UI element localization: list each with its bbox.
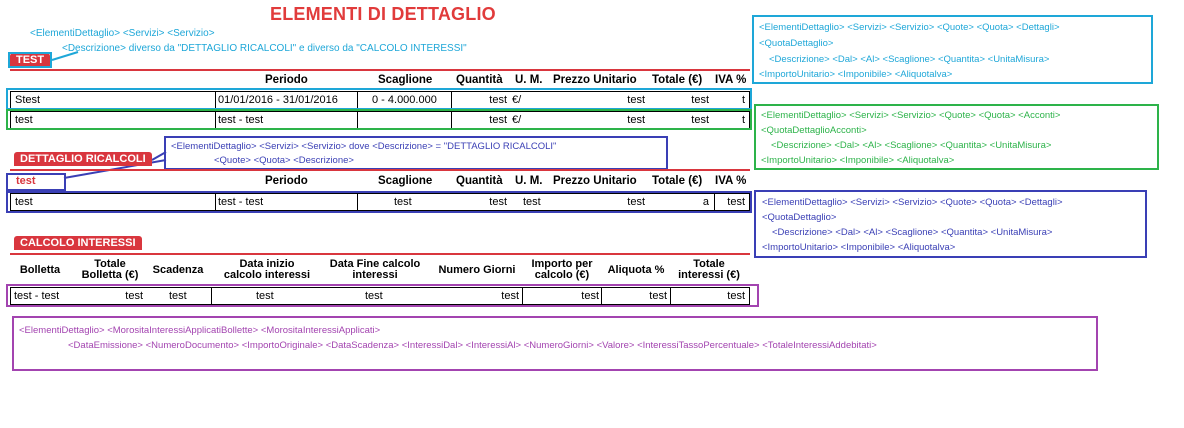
col-header-totale: Totale (€) (652, 74, 703, 86)
subtag-highlight-box: test (6, 173, 66, 191)
annotation-box-green: <ElementiDettaglio> <Servizi> <Servizio>… (754, 104, 1159, 170)
annotation-line: <Descrizione> <Dal> <Al> <Scaglione> <Qu… (771, 140, 1052, 151)
row-highlight-box-cyan (6, 88, 752, 110)
col-header-periodo: Periodo (265, 74, 308, 86)
col-header-prezzo: Prezzo Unitario (553, 74, 637, 86)
annotation-line: <ElementiDettaglio> <Servizi> <Servizio>… (759, 22, 1060, 33)
section-tag-interessi: CALCOLO INTERESSI (14, 236, 142, 250)
col-header-quantita: Quantità (456, 175, 503, 187)
annotation-box-navy: <ElementiDettaglio> <Servizi> <Servizio>… (754, 190, 1147, 258)
col-header-data-fine: Data Fine calcolo interessi (329, 258, 421, 281)
annotation-line: <ElementiDettaglio> <MorositaInteressiAp… (19, 325, 381, 336)
annotation-line: <DataEmissione> <NumeroDocumento> <Impor… (68, 340, 877, 351)
ricalcoli-note-box: <ElementiDettaglio> <Servizi> <Servizio>… (164, 136, 668, 170)
annotation-line: <QuotaDettaglioAcconti> (761, 125, 867, 136)
tag-highlight-box (8, 52, 52, 68)
annotation-line: <ElementiDettaglio> <Servizi> <Servizio>… (762, 197, 1063, 208)
col-header-um: U. M. (515, 74, 543, 86)
annotation-line: <ImportoUnitario> <Imponibile> <Aliquota… (759, 69, 953, 80)
col-header-importo: Importo per calcolo (€) (531, 258, 593, 281)
connector-test (51, 51, 79, 61)
ricalcoli-note-line2: <Quote> <Quota> <Descrizione> (214, 155, 354, 166)
annotation-line: <QuotaDettaglio> (762, 212, 837, 223)
annotation-line: <ElementiDettaglio> <Servizi> <Servizio>… (761, 110, 1061, 121)
col-header-quantita: Quantità (456, 74, 503, 86)
subtag-label: test (16, 175, 36, 187)
annotation-line: <Descrizione> <Dal> <Al> <Scaglione> <Qu… (769, 54, 1050, 65)
row-highlight-box-green (6, 109, 752, 130)
col-header-periodo: Periodo (265, 175, 308, 187)
col-header-um: U. M. (515, 175, 543, 187)
col-header-scadenza: Scadenza (152, 264, 204, 276)
annotation-line: <ImportoUnitario> <Imponibile> <Aliquota… (761, 155, 955, 166)
row-highlight-box-purple (6, 284, 759, 307)
annotation-box-cyan: <ElementiDettaglio> <Servizi> <Servizio>… (752, 15, 1153, 84)
col-header-totale-interessi: Totale interessi (€) (678, 258, 740, 281)
annotation-line: <QuotaDettaglio> (759, 38, 834, 49)
annotation-line: <ImportoUnitario> <Imponibile> <Aliquota… (762, 242, 956, 253)
col-header-prezzo: Prezzo Unitario (553, 175, 637, 187)
section-divider (10, 69, 750, 71)
col-header-scaglione: Scaglione (378, 175, 433, 187)
section-tag-ricalcoli: DETTAGLIO RICALCOLI (14, 152, 152, 166)
annotation-line: <Descrizione> <Dal> <Al> <Scaglione> <Qu… (772, 227, 1053, 238)
row-highlight-box-navy (6, 191, 752, 213)
col-header-iva: IVA % (715, 175, 747, 187)
col-header-aliquota: Aliquota % (607, 264, 665, 276)
col-header-iva: IVA % (715, 74, 747, 86)
col-header-scaglione: Scaglione (378, 74, 433, 86)
col-header-totale-bolletta: Totale Bolletta (€) (81, 258, 139, 281)
annotation-box-purple: <ElementiDettaglio> <MorositaInteressiAp… (12, 316, 1098, 371)
section-divider (10, 169, 750, 171)
col-header-totale: Totale (€) (652, 175, 703, 187)
col-header-numero-giorni: Numero Giorni (438, 264, 516, 276)
col-header-data-inizio: Data inizio calcolo interessi (223, 258, 311, 281)
section-divider (10, 253, 750, 255)
col-header-bolletta: Bolletta (19, 264, 61, 276)
ricalcoli-note-line1: <ElementiDettaglio> <Servizi> <Servizio>… (171, 141, 557, 152)
